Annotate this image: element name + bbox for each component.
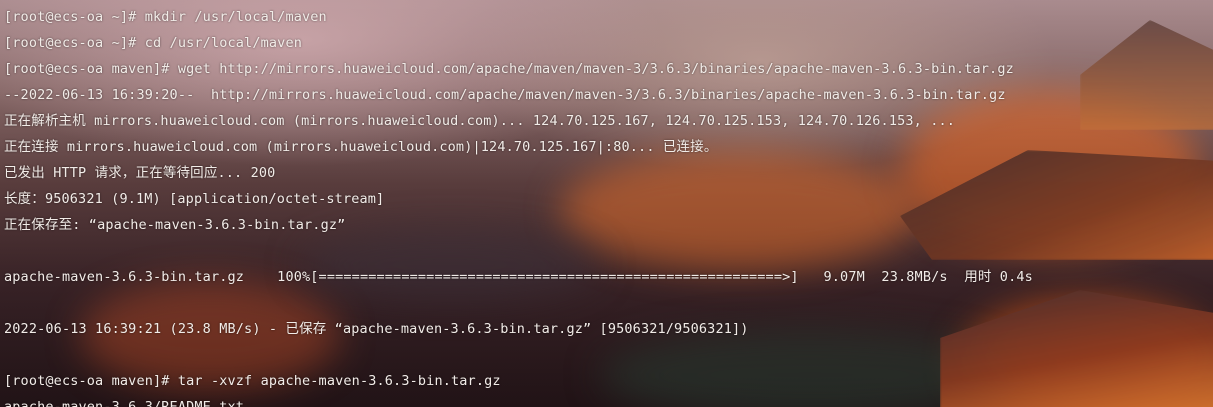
terminal-line: [root@ecs-oa ~]# mkdir /usr/local/maven: [4, 9, 327, 25]
terminal-line: --2022-06-13 16:39:20-- http://mirrors.h…: [4, 87, 1006, 103]
terminal-line: 长度：9506321 (9.1M) [application/octet-str…: [4, 191, 385, 207]
terminal-window[interactable]: [root@ecs-oa ~]# mkdir /usr/local/maven …: [0, 0, 1213, 407]
terminal-output: [root@ecs-oa ~]# mkdir /usr/local/maven …: [4, 4, 1213, 407]
terminal-line: 正在保存至: “apache-maven-3.6.3-bin.tar.gz”: [4, 217, 346, 233]
terminal-line: [root@ecs-oa maven]# wget http://mirrors…: [4, 61, 1014, 77]
terminal-line: 正在解析主机 mirrors.huaweicloud.com (mirrors.…: [4, 113, 956, 129]
terminal-line: 已发出 HTTP 请求，正在等待回应... 200: [4, 165, 276, 181]
terminal-line: 2022-06-13 16:39:21 (23.8 MB/s) - 已保存 “a…: [4, 321, 749, 337]
terminal-line: [root@ecs-oa maven]# tar -xvzf apache-ma…: [4, 373, 501, 389]
terminal-line: apache-maven-3.6.3/README.txt: [4, 399, 245, 407]
terminal-line: apache-maven-3.6.3-bin.tar.gz 100%[=====…: [4, 269, 1033, 285]
terminal-line: [root@ecs-oa ~]# cd /usr/local/maven: [4, 35, 302, 51]
terminal-line: 正在连接 mirrors.huaweicloud.com (mirrors.hu…: [4, 139, 718, 155]
